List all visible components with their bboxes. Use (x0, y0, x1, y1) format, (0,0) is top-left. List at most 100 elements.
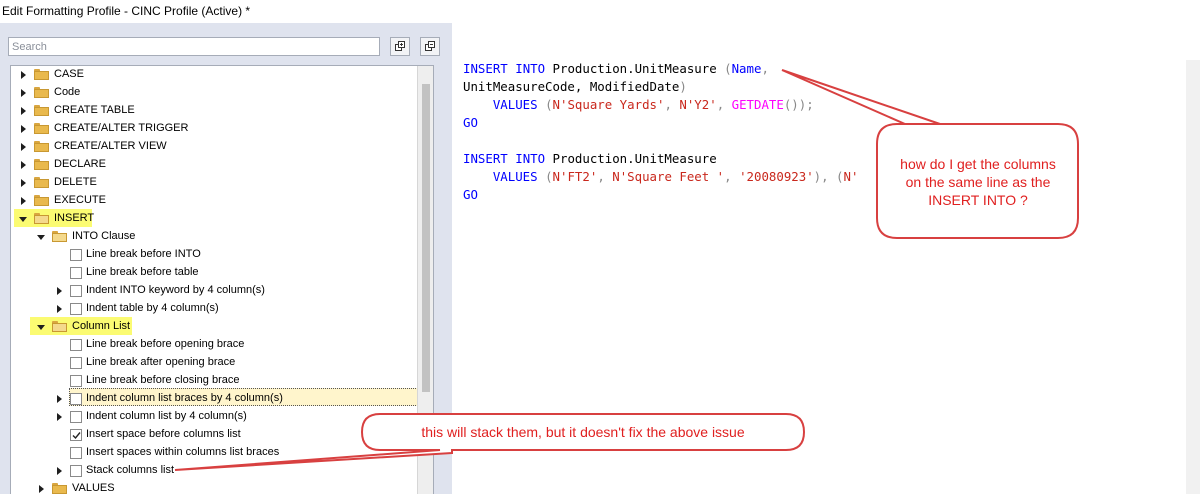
folder-icon (34, 69, 49, 80)
expand-arrow-icon[interactable] (21, 143, 26, 151)
scrollbar-thumb[interactable] (422, 84, 430, 392)
option-line-break-before-closing-brace[interactable]: Line break before closing brace (11, 372, 417, 390)
option-line-break-before-opening-brace[interactable]: Line break before opening brace (11, 336, 417, 354)
expand-all-button[interactable] (390, 37, 410, 56)
tree-item-label: INTO Clause (72, 230, 136, 242)
editor-scrollbar[interactable] (1186, 60, 1200, 494)
option-stack-columns-list[interactable]: Stack columns list (11, 462, 417, 480)
option-indent-table[interactable]: Indent table by 4 column(s) (11, 300, 417, 318)
collapse-all-icon (425, 41, 435, 51)
tree-item-label: DECLARE (54, 158, 106, 170)
tree-item-label: Code (54, 86, 81, 98)
checkbox[interactable] (70, 411, 82, 423)
option-label: Line break before closing brace (86, 374, 240, 386)
expand-all-icon (395, 41, 405, 51)
option-label: Indent column list by 4 column(s) (86, 410, 247, 422)
tree-item-delete[interactable]: DELETE (11, 174, 417, 192)
code-line: VALUES (N'Square Yards', N'Y2', GETDATE(… (492, 97, 814, 112)
folder-icon (34, 87, 49, 98)
option-indent-column-list[interactable]: Indent column list by 4 column(s) (11, 408, 417, 426)
expand-arrow-icon[interactable] (39, 485, 44, 493)
checkbox[interactable] (70, 339, 82, 351)
expand-arrow-icon[interactable] (57, 467, 62, 475)
checkbox-checked[interactable] (70, 429, 82, 441)
option-label: Insert space before columns list (86, 428, 241, 440)
option-label: Indent table by 4 column(s) (86, 302, 219, 314)
option-line-break-before-table[interactable]: Line break before table (11, 264, 417, 282)
tree-item-label: VALUES (72, 482, 115, 494)
code-line: INSERT INTO Production.UnitMeasure (Name… (463, 61, 769, 76)
tree-item-label: CREATE TABLE (54, 104, 135, 116)
option-label: Line break after opening brace (86, 356, 236, 368)
tree-item-label: CASE (54, 68, 84, 80)
checkbox[interactable] (70, 249, 82, 261)
checkmark-icon (72, 432, 81, 440)
option-label: Line break before INTO (86, 248, 201, 260)
option-indent-into-keyword[interactable]: Indent INTO keyword by 4 column(s) (11, 282, 417, 300)
tree-item-label: Column List (72, 320, 131, 332)
option-label: Insert spaces within columns list braces (86, 446, 280, 458)
checkbox[interactable] (70, 465, 82, 477)
collapse-arrow-icon[interactable] (19, 217, 27, 222)
tree-item-create-alter-view[interactable]: CREATE/ALTER VIEW (11, 138, 417, 156)
checkbox[interactable] (70, 285, 82, 297)
tree-item-create-alter-trigger[interactable]: CREATE/ALTER TRIGGER (11, 120, 417, 138)
search-box[interactable] (8, 37, 380, 56)
checkbox[interactable] (70, 447, 82, 459)
expand-arrow-icon[interactable] (21, 71, 26, 79)
code-line: GO (463, 187, 478, 202)
expand-arrow-icon[interactable] (57, 413, 62, 421)
tree-item-insert[interactable]: INSERT (11, 210, 417, 228)
open-folder-icon (52, 321, 67, 332)
tree-item-into-clause[interactable]: INTO Clause (11, 228, 417, 246)
code-line: INSERT INTO Production.UnitMeasure (463, 151, 717, 166)
collapse-all-button[interactable] (420, 37, 440, 56)
checkbox[interactable] (70, 267, 82, 279)
option-line-break-after-opening-brace[interactable]: Line break after opening brace (11, 354, 417, 372)
tree-item-column-list[interactable]: Column List (11, 318, 417, 336)
checkbox[interactable] (70, 375, 82, 387)
collapse-arrow-icon[interactable] (37, 325, 45, 330)
folder-icon (34, 141, 49, 152)
folder-icon (34, 105, 49, 116)
tree-item-values[interactable]: VALUES (11, 480, 417, 494)
collapse-arrow-icon[interactable] (37, 235, 45, 240)
callout-1-line: INSERT INTO ? (928, 192, 1028, 208)
expand-arrow-icon[interactable] (21, 197, 26, 205)
expand-arrow-icon[interactable] (21, 161, 26, 169)
folder-icon (34, 123, 49, 134)
option-insert-space-before-columns-list[interactable]: Insert space before columns list (11, 426, 417, 444)
tree-item-declare[interactable]: DECLARE (11, 156, 417, 174)
folder-icon (34, 195, 49, 206)
checkbox[interactable] (70, 303, 82, 315)
window-titlebar: Edit Formatting Profile - CINC Profile (… (0, 0, 1200, 23)
code-line: GO (463, 115, 478, 130)
folder-icon (52, 483, 67, 494)
expand-arrow-icon[interactable] (21, 89, 26, 97)
expand-arrow-icon[interactable] (21, 125, 26, 133)
code-line: UnitMeasureCode, ModifiedDate) (463, 79, 687, 94)
checkbox[interactable] (70, 357, 82, 369)
open-folder-icon (52, 231, 67, 242)
expand-arrow-icon[interactable] (21, 179, 26, 187)
callout-2-text: this will stack them, but it doesn't fix… (421, 424, 745, 440)
option-insert-spaces-within-braces[interactable]: Insert spaces within columns list braces (11, 444, 417, 462)
tree-item-create-table[interactable]: CREATE TABLE (11, 102, 417, 120)
option-line-break-before-into[interactable]: Line break before INTO (11, 246, 417, 264)
expand-arrow-icon[interactable] (57, 395, 62, 403)
tree-item-label: CREATE/ALTER TRIGGER (54, 122, 189, 134)
open-folder-icon (34, 213, 49, 224)
tree-item-case[interactable]: CASE (11, 66, 417, 84)
checkbox[interactable] (70, 393, 82, 405)
tree-item-execute[interactable]: EXECUTE (11, 192, 417, 210)
expand-arrow-icon[interactable] (57, 287, 62, 295)
tree-item-code[interactable]: Code (11, 84, 417, 102)
expand-arrow-icon[interactable] (21, 107, 26, 115)
search-input[interactable] (9, 38, 379, 55)
tree-item-label: DELETE (54, 176, 97, 188)
option-label: Line break before opening brace (86, 338, 245, 350)
callout-1-text: how do I get the columns on the same lin… (880, 155, 1076, 209)
option-indent-column-list-braces[interactable]: Indent column list braces by 4 column(s) (11, 390, 417, 408)
expand-arrow-icon[interactable] (57, 305, 62, 313)
window-title: Edit Formatting Profile - CINC Profile (… (2, 4, 251, 18)
